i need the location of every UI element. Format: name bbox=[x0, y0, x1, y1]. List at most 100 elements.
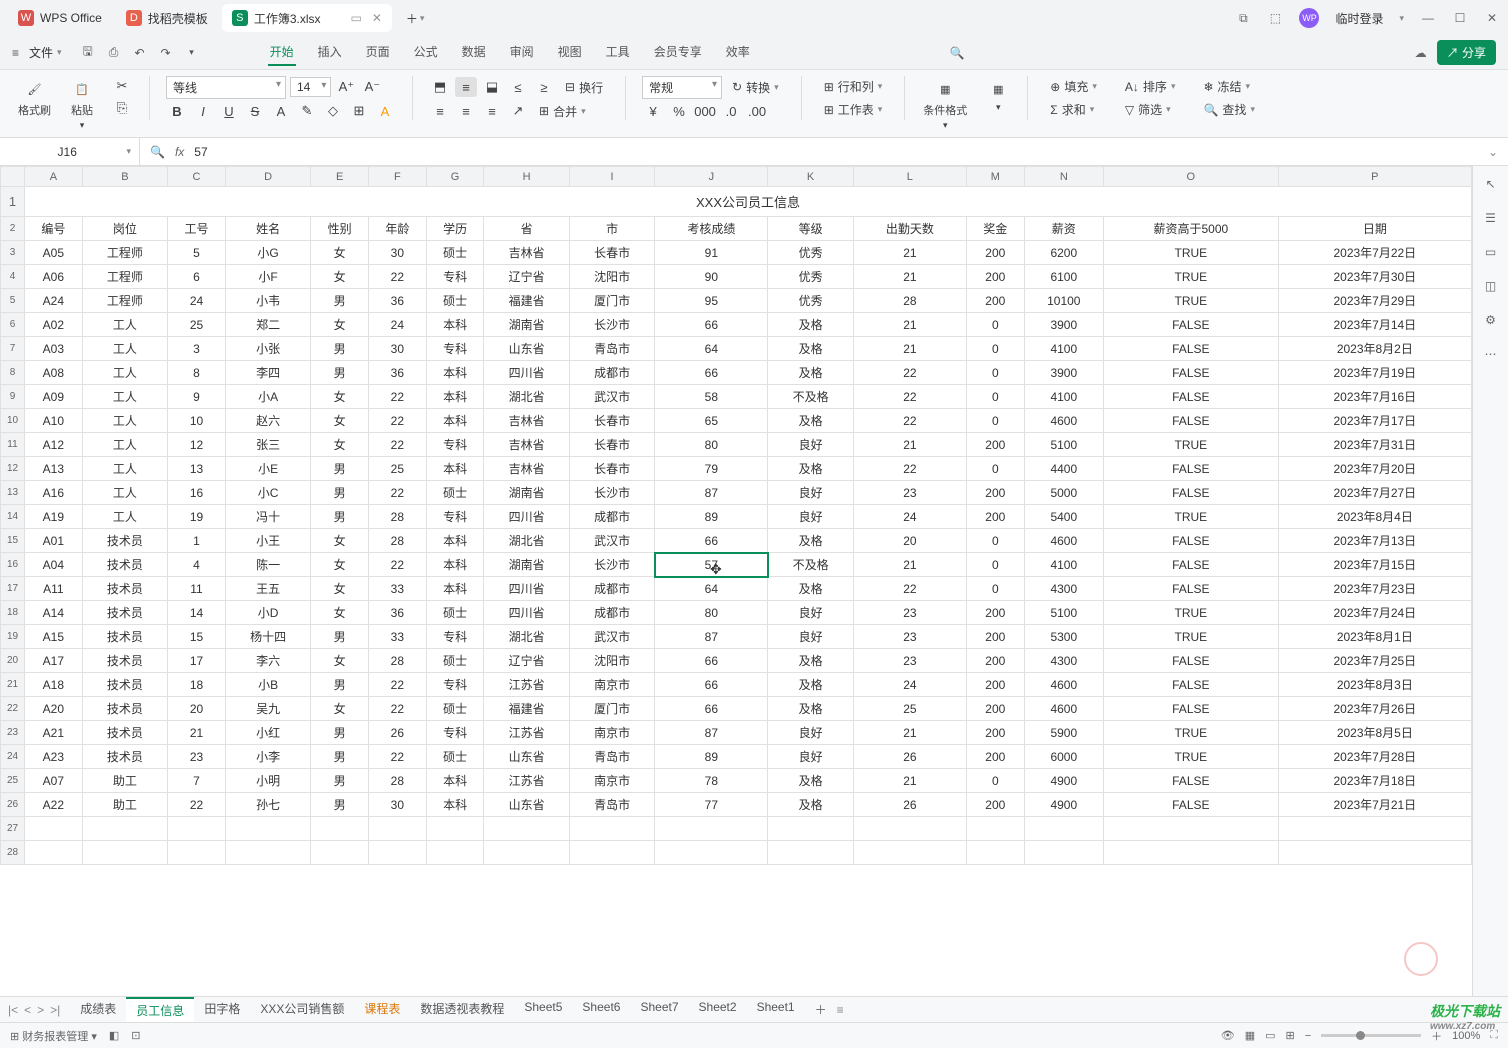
data-cell[interactable]: 22 bbox=[853, 385, 966, 409]
data-cell[interactable]: 山东省 bbox=[484, 337, 569, 361]
save-icon[interactable]: 🖫 bbox=[78, 43, 98, 63]
data-cell[interactable]: A16 bbox=[25, 481, 83, 505]
data-cell[interactable]: 本科 bbox=[426, 553, 484, 577]
data-cell[interactable]: 男 bbox=[311, 673, 369, 697]
fx-icon[interactable]: fx bbox=[175, 145, 184, 159]
data-cell[interactable]: 四川省 bbox=[484, 577, 569, 601]
data-cell[interactable]: 及格 bbox=[768, 337, 853, 361]
data-cell[interactable]: TRUE bbox=[1103, 505, 1278, 529]
data-cell[interactable]: 工人 bbox=[82, 433, 167, 457]
data-cell[interactable]: 12 bbox=[168, 433, 226, 457]
data-cell[interactable]: 22 bbox=[369, 745, 427, 769]
data-cell[interactable]: 2023年7月28日 bbox=[1278, 745, 1471, 769]
data-cell[interactable]: 本科 bbox=[426, 313, 484, 337]
data-cell[interactable]: 22 bbox=[369, 553, 427, 577]
row-header[interactable]: 17 bbox=[1, 577, 25, 601]
data-cell[interactable]: 专科 bbox=[426, 721, 484, 745]
data-cell[interactable]: 2023年7月14日 bbox=[1278, 313, 1471, 337]
data-cell[interactable]: 9 bbox=[168, 385, 226, 409]
data-cell[interactable]: 硕士 bbox=[426, 289, 484, 313]
italic-button[interactable]: I bbox=[192, 101, 214, 121]
empty-cell[interactable] bbox=[1103, 817, 1278, 841]
data-cell[interactable]: 湖南省 bbox=[484, 553, 569, 577]
cell-style-button[interactable]: Α bbox=[374, 101, 396, 121]
data-cell[interactable]: 孙七 bbox=[225, 793, 310, 817]
data-cell[interactable]: 23 bbox=[853, 481, 966, 505]
data-cell[interactable]: FALSE bbox=[1103, 313, 1278, 337]
indent-decrease-icon[interactable]: ≤ bbox=[507, 77, 529, 97]
data-cell[interactable]: 长春市 bbox=[569, 433, 654, 457]
data-cell[interactable]: 33 bbox=[369, 577, 427, 601]
menu-icon[interactable]: ≡ bbox=[12, 46, 19, 60]
data-cell[interactable]: A12 bbox=[25, 433, 83, 457]
sheet-tab[interactable]: Sheet2 bbox=[689, 997, 747, 1022]
qat-dropdown-icon[interactable]: ▾ bbox=[182, 43, 202, 63]
data-cell[interactable]: 工程师 bbox=[82, 241, 167, 265]
col-header[interactable]: J bbox=[655, 167, 768, 187]
data-cell[interactable]: 2023年8月3日 bbox=[1278, 673, 1471, 697]
paste-button[interactable]: 📋粘贴▾ bbox=[65, 76, 99, 133]
data-cell[interactable]: 13 bbox=[168, 457, 226, 481]
data-cell[interactable]: 及格 bbox=[768, 409, 853, 433]
data-cell[interactable]: 4 bbox=[168, 553, 226, 577]
data-cell[interactable]: 0 bbox=[966, 577, 1024, 601]
data-cell[interactable]: 17 bbox=[168, 649, 226, 673]
border-button[interactable]: ⊞ bbox=[348, 101, 370, 121]
font-family-select[interactable]: 等线 bbox=[166, 76, 286, 99]
data-cell[interactable]: 工人 bbox=[82, 409, 167, 433]
empty-cell[interactable] bbox=[25, 841, 83, 865]
data-cell[interactable]: 小A bbox=[225, 385, 310, 409]
data-cell[interactable]: 0 bbox=[966, 529, 1024, 553]
data-cell[interactable]: 19 bbox=[168, 505, 226, 529]
data-cell[interactable]: 本科 bbox=[426, 457, 484, 481]
data-cell[interactable]: 66 bbox=[655, 313, 768, 337]
data-cell[interactable]: 及格 bbox=[768, 769, 853, 793]
data-cell[interactable]: 王五 bbox=[225, 577, 310, 601]
empty-cell[interactable] bbox=[225, 841, 310, 865]
data-cell[interactable]: 长春市 bbox=[569, 457, 654, 481]
data-cell[interactable]: 5100 bbox=[1024, 433, 1103, 457]
decrease-decimal-icon[interactable]: .0 bbox=[720, 101, 742, 121]
data-cell[interactable]: 26 bbox=[853, 793, 966, 817]
data-cell[interactable]: 58 bbox=[655, 385, 768, 409]
data-cell[interactable]: 南京市 bbox=[569, 721, 654, 745]
data-cell[interactable]: 36 bbox=[369, 601, 427, 625]
freeze-button[interactable]: ❄ 冻结▾ bbox=[1197, 76, 1256, 97]
col-header[interactable]: M bbox=[966, 167, 1024, 187]
data-cell[interactable]: 200 bbox=[966, 745, 1024, 769]
data-cell[interactable]: 22 bbox=[369, 481, 427, 505]
data-cell[interactable]: 女 bbox=[311, 529, 369, 553]
percent-icon[interactable]: % bbox=[668, 101, 690, 121]
data-cell[interactable]: 24 bbox=[369, 313, 427, 337]
data-cell[interactable]: 专科 bbox=[426, 625, 484, 649]
data-cell[interactable]: 0 bbox=[966, 313, 1024, 337]
col-header[interactable]: K bbox=[768, 167, 853, 187]
data-cell[interactable]: 6000 bbox=[1024, 745, 1103, 769]
data-cell[interactable]: 200 bbox=[966, 433, 1024, 457]
data-cell[interactable]: FALSE bbox=[1103, 481, 1278, 505]
data-cell[interactable]: 本科 bbox=[426, 793, 484, 817]
data-cell[interactable]: 硕士 bbox=[426, 697, 484, 721]
empty-cell[interactable] bbox=[369, 817, 427, 841]
data-cell[interactable]: 男 bbox=[311, 289, 369, 313]
expand-formula-icon[interactable]: ⌄ bbox=[1488, 145, 1498, 159]
data-cell[interactable]: A15 bbox=[25, 625, 83, 649]
more-panel-icon[interactable]: ⋯ bbox=[1481, 344, 1501, 364]
data-cell[interactable]: 女 bbox=[311, 313, 369, 337]
highlight-button[interactable]: ✎ bbox=[296, 101, 318, 121]
data-cell[interactable]: 4600 bbox=[1024, 529, 1103, 553]
data-cell[interactable]: 本科 bbox=[426, 529, 484, 553]
data-cell[interactable]: 2023年7月23日 bbox=[1278, 577, 1471, 601]
data-cell[interactable]: 良好 bbox=[768, 481, 853, 505]
data-cell[interactable]: 2023年7月21日 bbox=[1278, 793, 1471, 817]
data-cell[interactable]: 5300 bbox=[1024, 625, 1103, 649]
data-cell[interactable]: 男 bbox=[311, 361, 369, 385]
data-cell[interactable]: 辽宁省 bbox=[484, 649, 569, 673]
data-cell[interactable]: 小G bbox=[225, 241, 310, 265]
app-tab[interactable]: W WPS Office bbox=[8, 4, 112, 32]
data-cell[interactable]: 2023年8月4日 bbox=[1278, 505, 1471, 529]
empty-cell[interactable] bbox=[484, 817, 569, 841]
data-cell[interactable]: 本科 bbox=[426, 361, 484, 385]
data-cell[interactable]: 郑二 bbox=[225, 313, 310, 337]
col-header[interactable]: N bbox=[1024, 167, 1103, 187]
